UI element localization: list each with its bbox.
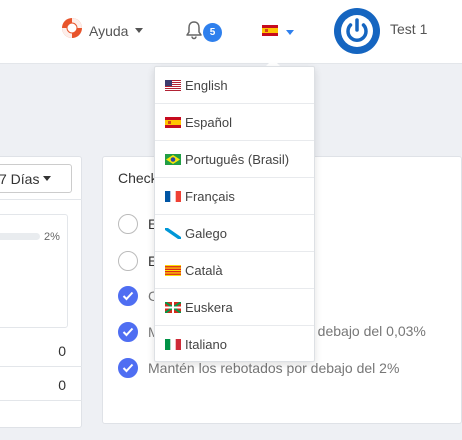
chevron-down-icon <box>135 28 144 33</box>
language-label: Français <box>185 188 235 204</box>
language-option-espanol[interactable]: Español <box>155 104 314 141</box>
language-dropdown: English Español Português (Brasil) Franç… <box>154 66 315 362</box>
check-circle-icon <box>118 358 138 378</box>
notification-badge[interactable]: 5 <box>203 23 222 42</box>
stat-value: 0 <box>58 343 66 359</box>
divider <box>0 366 82 367</box>
bell-icon[interactable] <box>185 20 203 45</box>
language-option-portugues-brasil[interactable]: Português (Brasil) <box>155 141 314 178</box>
lifebuoy-icon <box>61 17 83 44</box>
language-option-galego[interactable]: Galego <box>155 215 314 252</box>
language-option-francais[interactable]: Français <box>155 178 314 215</box>
check-circle-icon <box>118 322 138 342</box>
language-option-italiano[interactable]: Italiano <box>155 326 314 363</box>
checklist-item[interactable]: E <box>118 214 157 234</box>
spain-flag-icon <box>262 23 278 41</box>
divider <box>0 199 82 200</box>
check-circle-icon <box>118 286 138 306</box>
brazil-flag-icon <box>165 153 181 165</box>
unchecked-circle-icon <box>118 214 138 234</box>
language-label: Galego <box>185 225 227 241</box>
catalonia-flag-icon <box>165 264 181 276</box>
language-selector[interactable] <box>262 23 294 41</box>
divider <box>0 400 82 401</box>
checklist-item[interactable]: E <box>118 251 157 271</box>
period-select-value: 7 Días <box>0 170 40 187</box>
chevron-down-icon <box>286 29 294 35</box>
us-flag-icon <box>165 79 181 91</box>
stat-value: 0 <box>58 377 66 393</box>
language-label: Português (Brasil) <box>185 151 290 167</box>
spain-flag-icon <box>165 116 181 128</box>
unchecked-circle-icon <box>118 251 138 271</box>
avatar[interactable] <box>334 8 380 54</box>
galicia-flag-icon <box>165 227 181 239</box>
france-flag-icon <box>165 190 181 202</box>
top-bar: Ayuda 5 Test 1 <box>0 0 462 64</box>
user-name[interactable]: Test 1 <box>390 21 427 37</box>
italy-flag-icon <box>165 339 181 350</box>
period-select[interactable]: 7 Días <box>0 164 72 193</box>
checklist-item[interactable]: C <box>118 286 158 306</box>
language-label: Español <box>185 114 232 130</box>
power-icon <box>341 15 373 47</box>
progress-percent: 2% <box>44 231 60 243</box>
language-label: Català <box>185 262 223 278</box>
checklist-title: Check <box>118 170 158 186</box>
language-option-english[interactable]: English <box>155 67 314 104</box>
language-option-euskera[interactable]: Euskera <box>155 289 314 326</box>
checklist-item-label-tail: n debajo del 0,03% <box>306 323 426 339</box>
chevron-down-icon <box>43 176 52 181</box>
language-label: English <box>185 77 228 93</box>
basque-flag-icon <box>165 301 181 313</box>
language-label: Italiano <box>185 337 227 352</box>
help-label: Ayuda <box>89 22 129 39</box>
language-option-catala[interactable]: Català <box>155 252 314 289</box>
progress-bar <box>0 233 40 240</box>
language-label: Euskera <box>185 299 233 315</box>
help-menu[interactable]: Ayuda <box>61 17 144 44</box>
